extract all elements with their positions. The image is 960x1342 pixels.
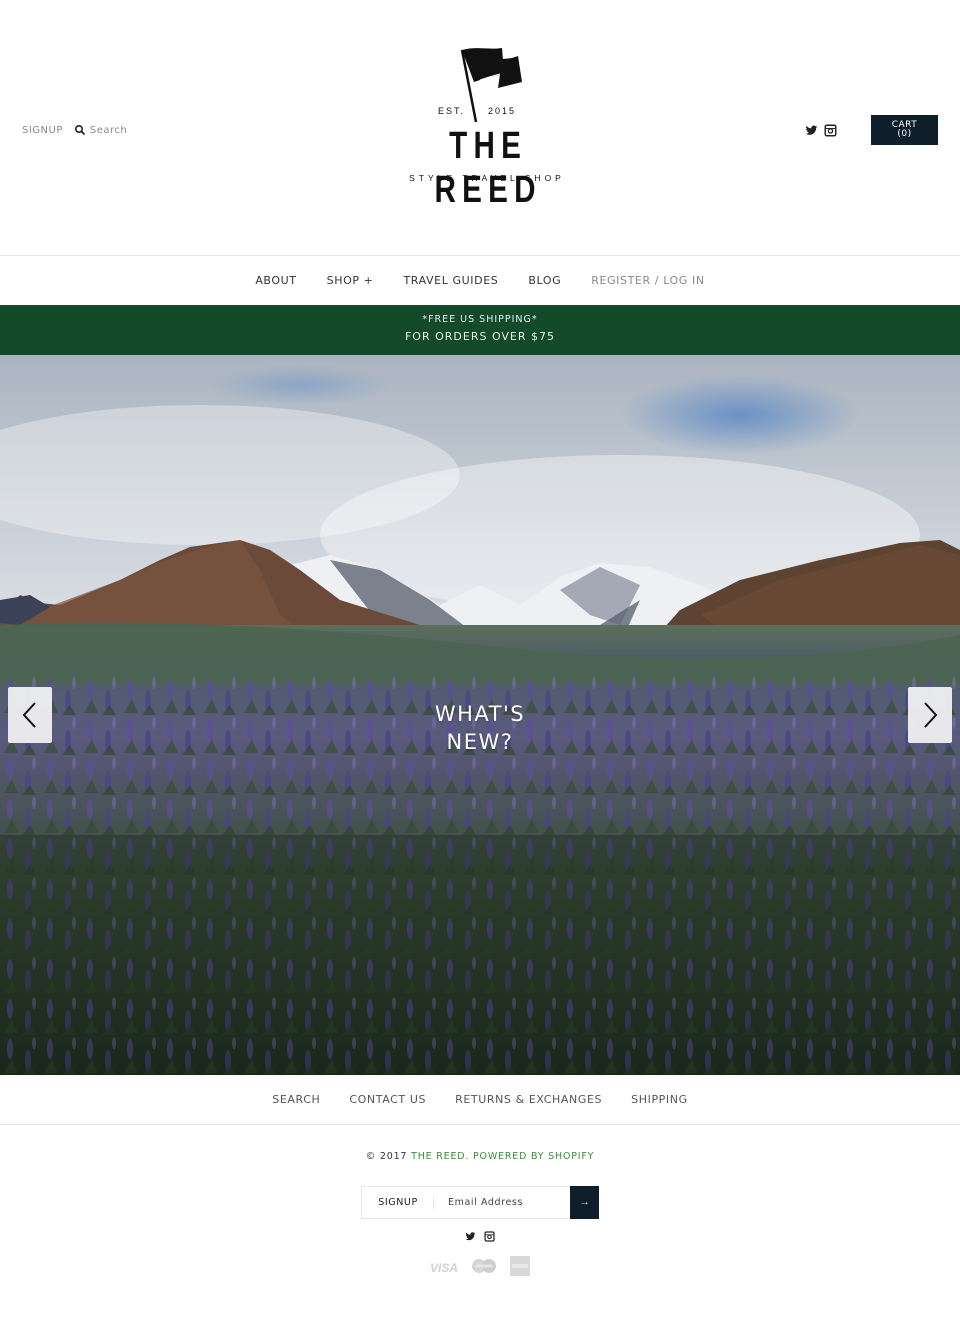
svg-text:VISA: VISA (430, 1261, 458, 1274)
newsletter-label: SIGNUP (362, 1187, 435, 1218)
logo-tagline: STYLE TRAVEL SHOP (409, 173, 565, 183)
slide-title-line-2: NEW? (446, 730, 514, 754)
search-box[interactable] (74, 124, 190, 136)
footer-link-returns[interactable]: RETURNS & EXCHANGES (455, 1093, 602, 1106)
flag-icon (460, 48, 522, 123)
nav-item-about[interactable]: ABOUT (255, 274, 296, 287)
slide-title[interactable]: WHAT'S NEW? (0, 700, 960, 756)
email-field[interactable] (434, 1187, 571, 1218)
header-right: CART (0) (805, 115, 938, 145)
copyright-link[interactable]: THE REED. POWERED BY SHOPIFY (411, 1151, 594, 1162)
copyright: © 2017 THE REED. POWERED BY SHOPIFY (0, 1151, 960, 1162)
nav-item-register-login[interactable]: REGISTER / LOG IN (591, 274, 704, 287)
newsletter-form: SIGNUP → (361, 1186, 599, 1219)
footer-link-search[interactable]: SEARCH (272, 1093, 320, 1106)
main-nav: ABOUT SHOP + TRAVEL GUIDES BLOG REGISTER… (0, 255, 960, 305)
nav-item-shop[interactable]: SHOP + (327, 274, 374, 287)
header-left: SIGNUP (22, 124, 190, 136)
promo-banner: *FREE US SHIPPING* FOR ORDERS OVER $75 (0, 305, 960, 355)
nav-item-blog[interactable]: BLOG (528, 274, 561, 287)
logo-year: 2015 (488, 106, 517, 116)
nav-item-travel-guides[interactable]: TRAVEL GUIDES (403, 274, 498, 287)
footer-link-shipping[interactable]: SHIPPING (631, 1093, 688, 1106)
copyright-year: © 2017 (365, 1151, 408, 1162)
footer-social (0, 1231, 960, 1242)
chevron-right-icon (924, 702, 938, 728)
promo-line-2: FOR ORDERS OVER $75 (404, 330, 556, 343)
slide-title-line-1: WHAT'S (434, 702, 526, 726)
promo-line-1: *FREE US SHIPPING* (422, 314, 538, 325)
chevron-left-icon (22, 702, 36, 728)
hero-slideshow: WHAT'S NEW? (0, 355, 960, 1075)
amex-icon (510, 1256, 530, 1280)
logo-est: EST. (438, 106, 466, 116)
footer-link-contact[interactable]: CONTACT US (349, 1093, 426, 1106)
logo-title: THE REED (434, 125, 542, 211)
site-footer: SEARCH CONTACT US RETURNS & EXCHANGES SH… (0, 1075, 960, 1280)
payment-methods: VISA (0, 1256, 960, 1280)
cart-count: (0) (897, 129, 912, 139)
cart-button[interactable]: CART (0) (871, 115, 938, 145)
slide-prev-button[interactable] (8, 687, 52, 743)
footer-nav: SEARCH CONTACT US RETURNS & EXCHANGES SH… (0, 1075, 960, 1125)
instagram-icon[interactable] (824, 123, 837, 137)
newsletter-submit-button[interactable]: → (570, 1186, 599, 1219)
search-input[interactable] (89, 124, 190, 136)
mastercard-icon (470, 1258, 498, 1278)
twitter-icon[interactable] (805, 124, 818, 137)
visa-icon: VISA (430, 1259, 458, 1278)
search-icon (74, 124, 86, 136)
site-logo[interactable]: EST. 2015 THE REED STYLE TRAVEL SHOP (390, 44, 580, 211)
twitter-icon[interactable] (465, 1231, 476, 1242)
site-header: SIGNUP EST. 2015 THE REED STYLE TRAVEL S… (0, 0, 960, 255)
instagram-icon[interactable] (484, 1231, 495, 1242)
slide-next-button[interactable] (908, 687, 952, 743)
signup-link[interactable]: SIGNUP (22, 125, 63, 136)
